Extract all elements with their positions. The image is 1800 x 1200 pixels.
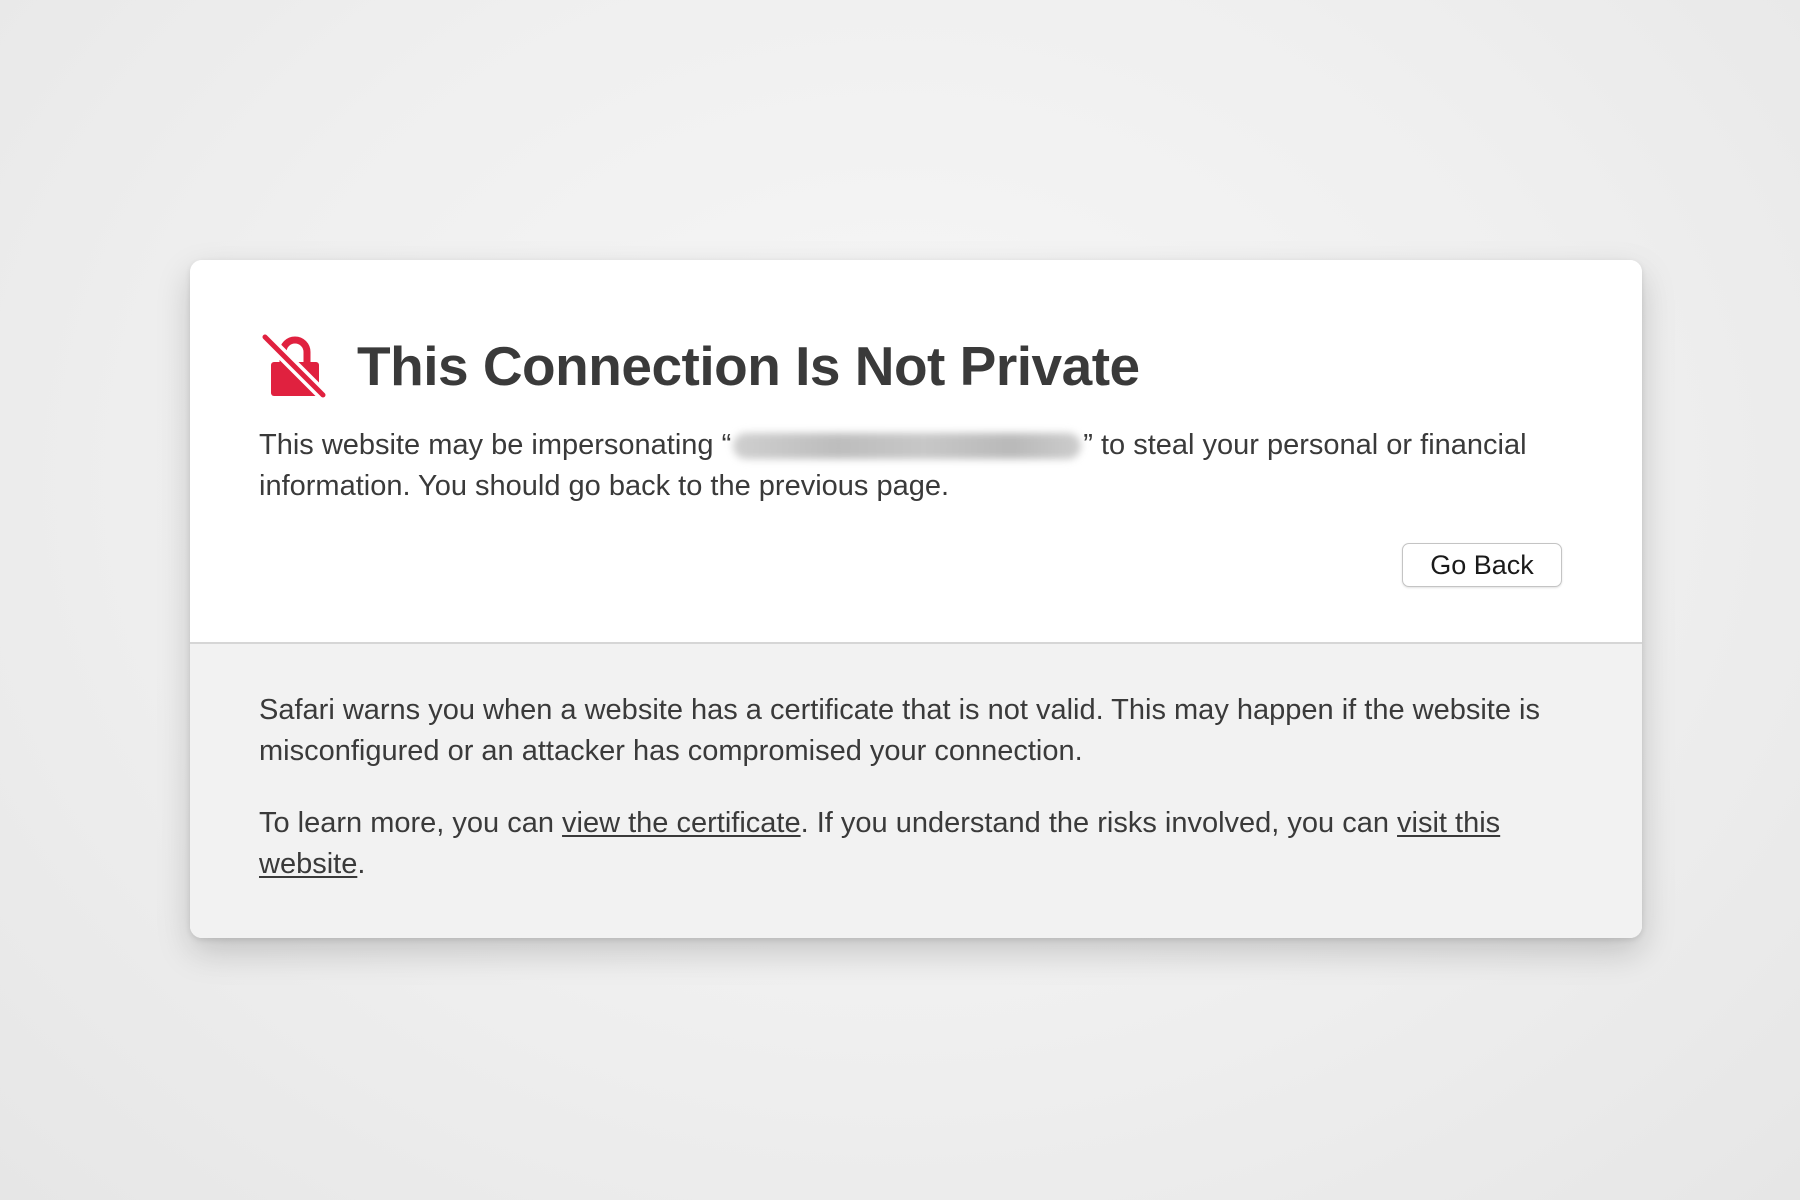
learn-more-middle: . If you understand the risks involved, …: [800, 807, 1398, 839]
impersonation-warning: This website may be impersonating “” to …: [259, 425, 1569, 507]
learn-more-suffix: .: [357, 848, 366, 880]
learn-more-prefix: To learn more, you can: [259, 807, 563, 839]
warning-card: This Connection Is Not Private This webs…: [190, 260, 1642, 938]
blurred-website-url: [733, 433, 1082, 460]
learn-more-paragraph: To learn more, you can view the certific…: [259, 803, 1569, 885]
page-title: This Connection Is Not Private: [357, 335, 1140, 397]
view-certificate-link[interactable]: view the certificate: [562, 807, 801, 839]
broken-lock-icon: [259, 334, 327, 398]
certificate-explanation: Safari warns you when a website has a ce…: [259, 694, 1540, 767]
warning-header-section: This Connection Is Not Private This webs…: [190, 260, 1642, 642]
title-row: This Connection Is Not Private: [259, 330, 1140, 402]
warning-text-prefix: This website may be impersonating “: [259, 429, 732, 461]
go-back-button[interactable]: Go Back: [1402, 543, 1562, 587]
details-section: [190, 644, 1642, 938]
